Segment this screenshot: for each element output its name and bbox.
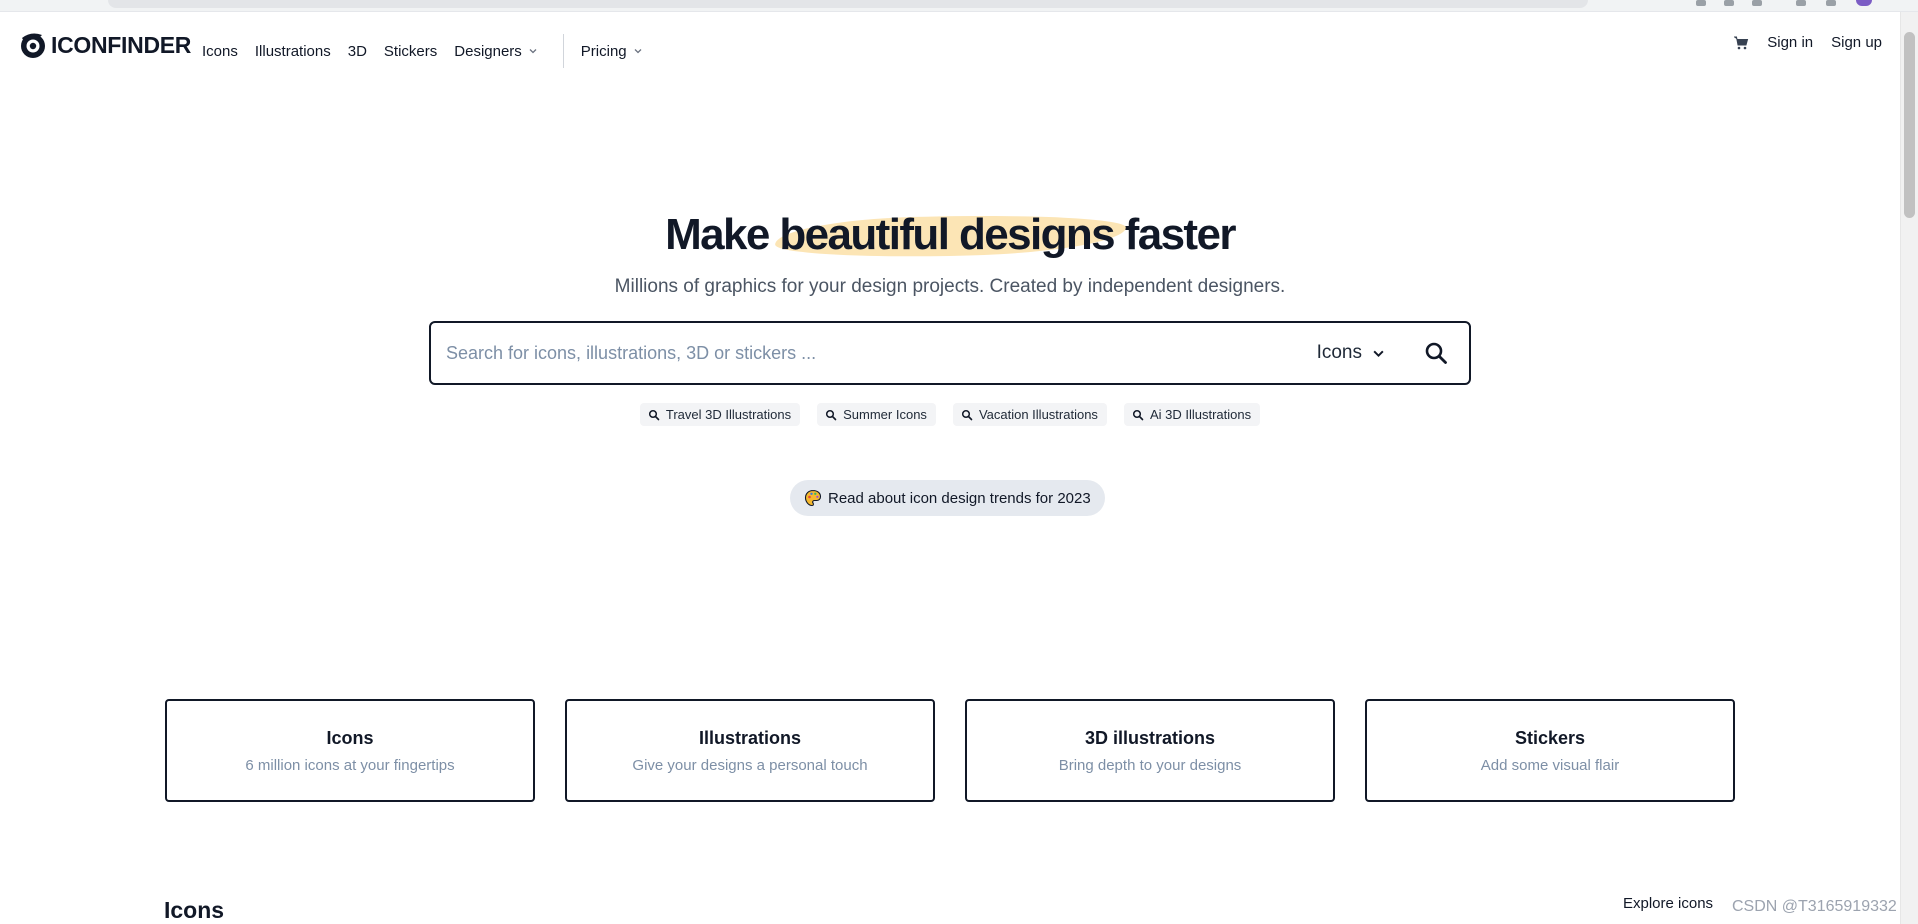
cart-icon[interactable]: [1733, 35, 1749, 51]
browser-chrome-strip: [0, 0, 1918, 12]
search-icon: [1132, 409, 1144, 420]
extension-icon[interactable]: [1796, 0, 1806, 6]
watermark: CSDN @T3165919332: [1732, 898, 1897, 915]
card-subtitle: Add some visual flair: [1480, 756, 1620, 774]
suggestion-chip[interactable]: Ai 3D Illustrations: [1123, 403, 1261, 426]
nav-dropdown-pricing-label: Pricing: [580, 42, 627, 60]
chevron-down-icon: [529, 49, 537, 54]
headline-highlight: beautiful designs: [779, 210, 1115, 259]
headline-pre: Make: [665, 210, 780, 259]
extension-icon[interactable]: [1752, 0, 1762, 6]
search-button[interactable]: [1421, 338, 1451, 368]
search-type-select[interactable]: Icons: [1317, 342, 1385, 364]
extension-icon[interactable]: [1696, 0, 1706, 6]
card-title: Illustrations: [698, 727, 801, 748]
search-suggestions: Travel 3D Illustrations Summer Icons Vac…: [0, 403, 1900, 426]
hero-subtitle: Millions of graphics for your design pro…: [614, 276, 1286, 297]
nav-link-illustrations[interactable]: Illustrations: [255, 43, 331, 60]
search-icon: [961, 409, 973, 420]
nav-link-icons[interactable]: Icons: [202, 43, 238, 60]
scrollbar-thumb[interactable]: [1904, 32, 1915, 218]
extension-icon[interactable]: [1724, 0, 1734, 6]
suggestion-chip[interactable]: Vacation Illustrations: [952, 403, 1107, 426]
search-box: Icons: [429, 321, 1471, 385]
chevron-down-icon: [1373, 350, 1384, 357]
top-navigation: ICONFINDER Icons Illustrations 3D Sticke…: [0, 12, 1900, 72]
nav-link-3d[interactable]: 3D: [348, 43, 367, 60]
card-subtitle: 6 million icons at your fingertips: [245, 756, 455, 774]
icons-section-title: Icons: [164, 897, 225, 923]
suggestion-label: Vacation Illustrations: [978, 407, 1098, 422]
design-trends-label: Read about icon design trends for 2023: [828, 489, 1091, 507]
nav-dropdown-designers-label: Designers: [454, 42, 522, 60]
headline-post: faster: [1114, 210, 1237, 259]
chevron-down-icon: [634, 49, 642, 54]
sign-in-link[interactable]: Sign in: [1767, 34, 1813, 51]
profile-avatar[interactable]: [1856, 0, 1872, 6]
card-title: 3D illustrations: [1084, 727, 1216, 748]
explore-icons-link[interactable]: Explore icons: [1623, 895, 1713, 912]
suggestion-label: Travel 3D Illustrations: [665, 407, 792, 422]
address-bar[interactable]: [108, 0, 1588, 8]
search-icon: [826, 409, 837, 420]
nav-dropdown-designers[interactable]: Designers: [454, 43, 538, 60]
page: ICONFINDER Icons Illustrations 3D Sticke…: [0, 12, 1900, 924]
category-card-illustrations[interactable]: Illustrations Give your designs a person…: [565, 699, 935, 802]
card-title: Icons: [326, 727, 374, 748]
card-subtitle: Bring depth to your designs: [1058, 756, 1242, 774]
scrollbar[interactable]: [1900, 12, 1918, 924]
search-input[interactable]: [431, 323, 1317, 383]
extension-icon[interactable]: [1826, 0, 1836, 6]
category-cards: Icons 6 million icons at your fingertips…: [165, 699, 1735, 802]
hero-headline: Make beautiful designs faster: [0, 210, 1900, 260]
iconfinder-logo-icon: [21, 33, 45, 58]
suggestion-chip[interactable]: Travel 3D Illustrations: [639, 403, 801, 426]
sign-up-link[interactable]: Sign up: [1831, 34, 1882, 51]
palette-icon: [804, 489, 822, 507]
nav-dropdown-pricing[interactable]: Pricing: [581, 43, 643, 60]
card-title: Stickers: [1514, 727, 1586, 748]
category-card-3d-illustrations[interactable]: 3D illustrations Bring depth to your des…: [965, 699, 1335, 802]
nav-right: Sign in Sign up: [1733, 34, 1882, 51]
design-trends-link[interactable]: Read about icon design trends for 2023: [790, 480, 1105, 516]
category-card-icons[interactable]: Icons 6 million icons at your fingertips: [165, 699, 535, 802]
search-icon: [648, 409, 660, 420]
suggestion-label: Summer Icons: [843, 407, 927, 422]
suggestion-chip[interactable]: Summer Icons: [817, 403, 936, 426]
suggestion-label: Ai 3D Illustrations: [1149, 407, 1252, 422]
category-card-stickers[interactable]: Stickers Add some visual flair: [1365, 699, 1735, 802]
logo-text: ICONFINDER: [51, 31, 192, 58]
nav-link-stickers[interactable]: Stickers: [384, 43, 437, 60]
logo[interactable]: ICONFINDER: [18, 30, 191, 60]
nav-divider: [562, 34, 564, 68]
nav-links: Icons Illustrations 3D Stickers Designer…: [202, 34, 660, 68]
search-type-label: Icons: [1316, 342, 1362, 363]
search-icon: [1425, 342, 1447, 364]
card-subtitle: Give your designs a personal touch: [632, 756, 868, 774]
